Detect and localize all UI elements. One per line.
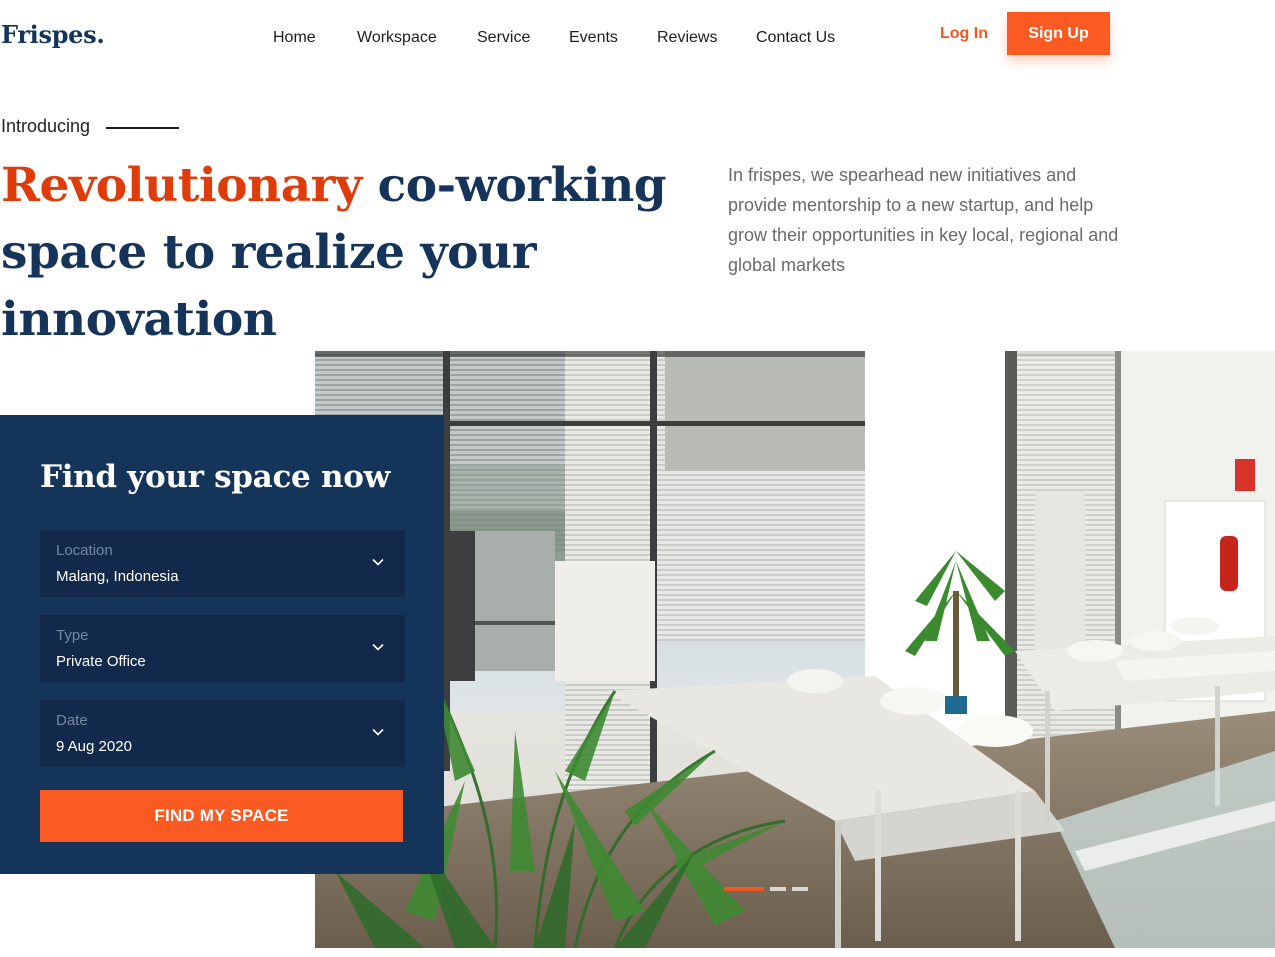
- type-select[interactable]: Type Private Office: [40, 615, 405, 682]
- intro-eyebrow: Introducing: [1, 116, 180, 137]
- chevron-down-icon: [372, 558, 384, 566]
- nav-link-service[interactable]: Service: [477, 29, 530, 47]
- hero-headline: Revolutionary co-working space to realiz…: [1, 152, 691, 353]
- date-label: Date: [56, 712, 88, 729]
- chevron-down-icon: [372, 728, 384, 736]
- carousel-indicators: [724, 887, 808, 891]
- carousel-dot-2[interactable]: [770, 887, 786, 891]
- nav-link-events[interactable]: Events: [569, 29, 618, 47]
- hero-description: In frispes, we spearhead new initiatives…: [728, 165, 1119, 275]
- nav-link-home[interactable]: Home: [273, 29, 316, 47]
- hero-office-photo: [315, 351, 1275, 948]
- carousel-dot-1[interactable]: [724, 887, 764, 891]
- headline-accent: Revolutionary: [1, 158, 362, 213]
- find-my-space-button[interactable]: FIND MY SPACE: [40, 790, 403, 842]
- intro-label: Introducing: [1, 116, 91, 136]
- type-label: Type: [56, 627, 89, 644]
- location-select[interactable]: Location Malang, Indonesia: [40, 530, 405, 597]
- search-panel: Find your space now Location Malang, Ind…: [0, 415, 444, 874]
- carousel-dot-3[interactable]: [792, 887, 808, 891]
- login-link[interactable]: Log In: [940, 25, 988, 43]
- nav-link-contact-us[interactable]: Contact Us: [756, 29, 835, 47]
- search-panel-title: Find your space now: [40, 459, 390, 495]
- nav-link-reviews[interactable]: Reviews: [657, 29, 717, 47]
- chevron-down-icon: [372, 643, 384, 651]
- nav-link-workspace[interactable]: Workspace: [357, 29, 437, 47]
- date-value: 9 Aug 2020: [56, 738, 132, 755]
- location-value: Malang, Indonesia: [56, 568, 179, 585]
- intro-divider: [106, 126, 180, 129]
- location-label: Location: [56, 542, 113, 559]
- date-select[interactable]: Date 9 Aug 2020: [40, 700, 405, 767]
- type-value: Private Office: [56, 653, 146, 670]
- signup-button[interactable]: Sign Up: [1007, 12, 1110, 55]
- office-illustration: [315, 351, 1275, 948]
